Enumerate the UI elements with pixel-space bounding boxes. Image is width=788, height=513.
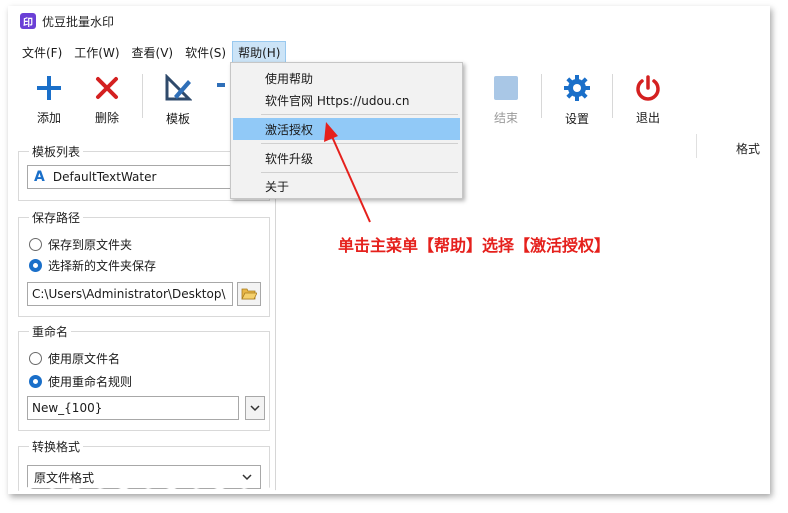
app-window: 印 优豆批量水印 文件(F) 工作(W) 查看(V) 软件(S) 帮助(H) 添… [8, 6, 770, 494]
annotation-instruction: 单击主菜单【帮助】选择【激活授权】 [338, 236, 611, 255]
torn-edge [8, 487, 770, 494]
